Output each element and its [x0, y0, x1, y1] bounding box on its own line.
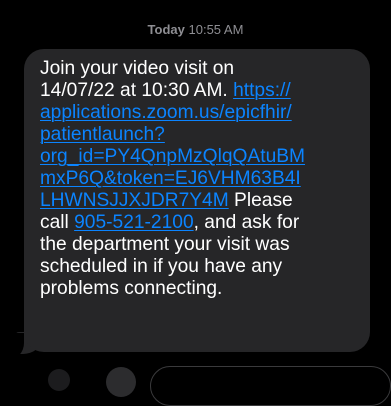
message-text-segment: 14/07/22 at 10:30 AM.	[40, 80, 234, 101]
apps-icon[interactable]	[106, 367, 136, 397]
message-line: 14/07/22 at 10:30 AM. https://	[40, 80, 364, 102]
message-line: call 905-521-2100, and ask for	[40, 212, 364, 234]
zoom-link[interactable]: patientlaunch?	[40, 124, 165, 145]
timestamp-day: Today	[147, 22, 185, 37]
message-line: LHWNSJJXJDR7Y4M Please	[40, 190, 364, 212]
message-text-segment: scheduled in if you have any	[40, 256, 283, 277]
message-text-segment: Join your video visit on	[40, 58, 235, 79]
message-text-segment: Please	[228, 190, 293, 211]
zoom-link[interactable]: LHWNSJJXJDR7Y4M	[40, 190, 229, 211]
message-text: Join your video visit on 14/07/22 at 10:3…	[40, 58, 364, 300]
message-text-segment: , and ask for	[193, 212, 300, 233]
message-timestamp: Today 10:55 AM	[0, 22, 391, 37]
bubble-tail-mask	[2, 333, 24, 359]
message-text-segment: problems connecting.	[40, 278, 223, 299]
message-line: problems connecting.	[40, 278, 364, 300]
message-bubble[interactable]: Join your video visit on 14/07/22 at 10:3…	[24, 49, 370, 352]
timestamp-time: 10:55 AM	[188, 22, 244, 37]
message-line: applications.zoom.us/epicfhir/	[40, 102, 364, 124]
zoom-link[interactable]: mxP6Q&token=EJ6VHM63B4I	[40, 168, 301, 189]
message-input[interactable]	[150, 366, 391, 406]
zoom-link[interactable]: org_id=PY4QnpMzQlqQAtuBM	[40, 146, 305, 167]
message-line: mxP6Q&token=EJ6VHM63B4I	[40, 168, 364, 190]
message-text-segment: the department your visit was	[40, 234, 290, 255]
message-text-segment: call	[40, 212, 75, 233]
zoom-link[interactable]: applications.zoom.us/epicfhir/	[40, 102, 292, 123]
message-line: Join your video visit on	[40, 58, 364, 80]
message-line: the department your visit was	[40, 234, 364, 256]
phone-link[interactable]: 905-521-2100	[74, 212, 194, 233]
message-line: scheduled in if you have any	[40, 256, 364, 278]
message-line: patientlaunch?	[40, 124, 364, 146]
message-line: org_id=PY4QnpMzQlqQAtuBM	[40, 146, 364, 168]
camera-icon[interactable]	[48, 369, 70, 391]
zoom-link[interactable]: https://	[233, 80, 291, 101]
